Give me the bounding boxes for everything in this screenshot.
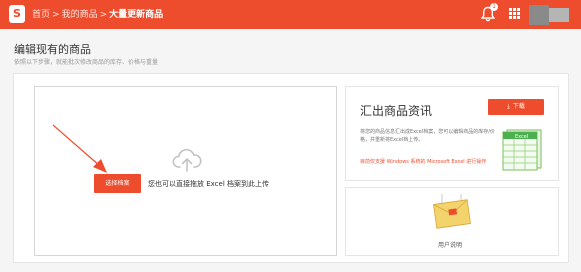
page-subtitle: 依照以下步骤，就能批次修改商品的库存、价格与重量 <box>14 59 159 66</box>
export-title: 汇出商品资讯 <box>360 104 433 118</box>
select-file-button[interactable]: 选择档案 <box>94 174 141 193</box>
excel-sheet-icon: Excel <box>502 129 542 171</box>
avatar[interactable] <box>529 5 549 25</box>
pointer-arrow-icon <box>52 124 107 173</box>
download-button[interactable]: ⤓ 下载 <box>488 99 544 115</box>
breadcrumb-current: 大量更新商品 <box>109 10 164 20</box>
top-navigation-bar: S 首页 > 我的商品 > 大量更新商品 1 <box>0 0 581 29</box>
breadcrumb-separator: > <box>52 10 60 20</box>
drop-hint-text: 您也可以直接拖放 Excel 档案到此上传 <box>148 180 269 188</box>
user-guide-label: 用户说明 <box>438 242 463 249</box>
download-label: 下载 <box>512 103 525 110</box>
shopee-logo[interactable]: S <box>9 5 25 23</box>
export-description: 将您的商品信息汇出成Excel档案，您可以编辑商品的库存/价格，并重新将Exce… <box>360 129 495 143</box>
download-icon: ⤓ <box>507 103 510 110</box>
breadcrumb-my-products[interactable]: 我的商品 <box>62 10 98 20</box>
export-warning: 目前仅支援 Windows 系统的 Microsoft Excel 进行操作 <box>360 159 487 165</box>
upload-cloud-icon <box>172 148 202 172</box>
breadcrumb: 首页 > 我的商品 > 大量更新商品 <box>32 8 163 22</box>
excel-sheet-label: Excel <box>515 134 528 140</box>
breadcrumb-home[interactable]: 首页 <box>32 10 50 20</box>
notification-badge: 1 <box>490 3 498 11</box>
apps-grid-icon[interactable] <box>509 8 520 19</box>
page-title: 编辑现有的商品 <box>14 43 91 56</box>
breadcrumb-separator: > <box>99 10 108 20</box>
guide-envelope-icon <box>433 194 471 229</box>
logo-letter: S <box>13 7 21 20</box>
username[interactable] <box>549 8 569 22</box>
